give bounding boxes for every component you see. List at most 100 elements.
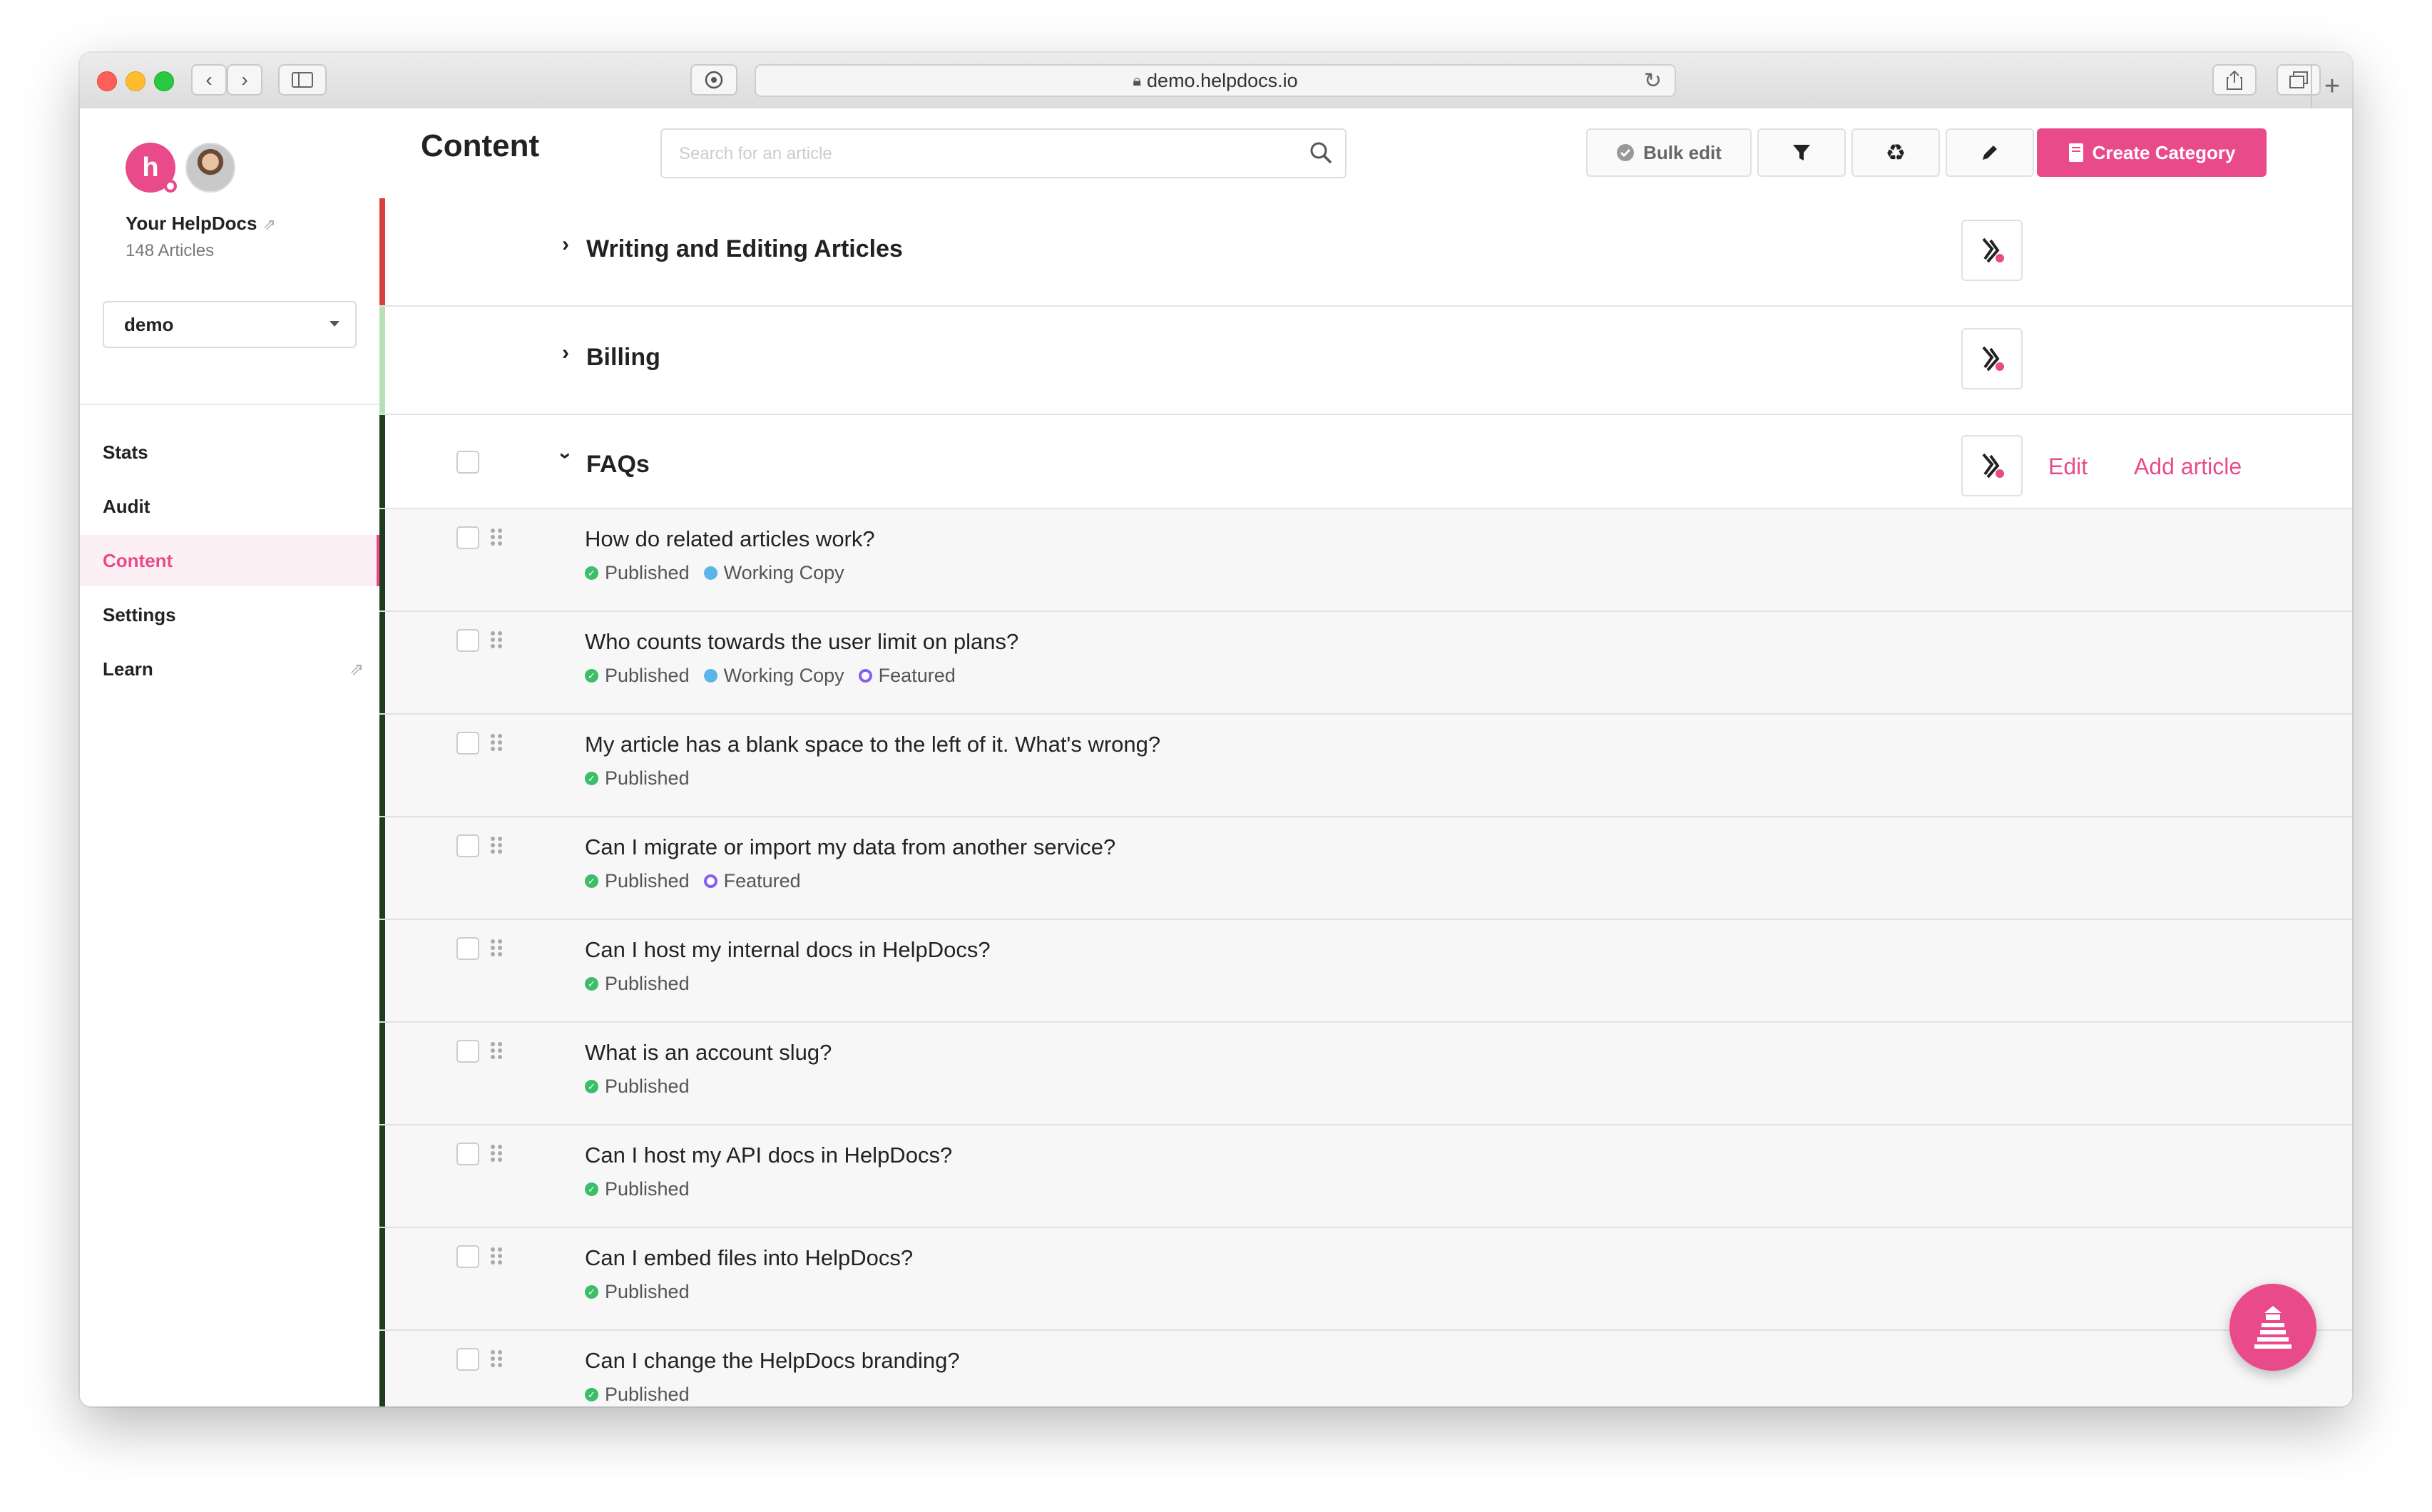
sidebar-item-label: Stats xyxy=(103,441,148,463)
share-button[interactable] xyxy=(2212,64,2257,96)
page-title: Content xyxy=(421,128,540,163)
forward-button[interactable]: › xyxy=(227,64,262,96)
category-checkbox[interactable] xyxy=(456,451,479,474)
article-count: 148 Articles xyxy=(126,241,215,260)
published-icon: ✓ xyxy=(585,1388,598,1401)
status-badge: ✓ Published xyxy=(585,665,690,687)
table-row[interactable]: What is an account slug? ✓ Published xyxy=(379,1023,2352,1125)
reload-icon[interactable]: ↻ xyxy=(1644,68,1662,93)
avatar[interactable] xyxy=(185,143,235,193)
privacy-report-button[interactable] xyxy=(690,64,737,96)
back-button[interactable]: ‹ xyxy=(191,64,227,96)
article-checkbox[interactable] xyxy=(456,1143,479,1165)
article-title[interactable]: What is an account slug? xyxy=(585,1040,832,1066)
bulk-edit-label: Bulk edit xyxy=(1643,141,1722,163)
article-checkbox[interactable] xyxy=(456,1040,479,1063)
drag-handle-icon[interactable] xyxy=(489,733,504,752)
status-badge: Featured xyxy=(703,870,801,892)
category-row[interactable]: › FAQs Edit Add article xyxy=(379,415,2352,509)
drag-handle-icon[interactable] xyxy=(489,1349,504,1368)
category-icon xyxy=(1982,346,2004,372)
category-title[interactable]: FAQs xyxy=(586,451,650,479)
zoom-window-button[interactable] xyxy=(154,71,174,91)
status-badge: ✓ Published xyxy=(585,562,690,584)
add-article-link[interactable]: Add article xyxy=(2134,454,2242,480)
close-window-button[interactable] xyxy=(97,71,117,91)
status-badge-label: Featured xyxy=(723,870,801,892)
bulk-edit-button[interactable]: Bulk edit xyxy=(1586,128,1752,177)
lighthouse-icon xyxy=(2254,1306,2292,1349)
help-beacon-button[interactable] xyxy=(2229,1284,2316,1371)
drag-handle-icon[interactable] xyxy=(489,939,504,957)
category-row[interactable]: › Writing and Editing Articles xyxy=(379,198,2352,307)
article-title[interactable]: Can I change the HelpDocs branding? xyxy=(585,1348,960,1374)
category-title[interactable]: Billing xyxy=(586,344,660,372)
minimize-window-button[interactable] xyxy=(126,71,145,91)
edit-mode-button[interactable] xyxy=(1946,128,2034,177)
drag-handle-icon[interactable] xyxy=(489,836,504,854)
category-icon-button[interactable] xyxy=(1961,435,2023,496)
sidebar-toggle-button[interactable] xyxy=(278,64,327,96)
account-select[interactable]: demo xyxy=(103,301,357,348)
search-icon[interactable] xyxy=(1309,141,1332,164)
sidebar-item-content[interactable]: Content xyxy=(80,535,379,586)
article-checkbox[interactable] xyxy=(456,1348,479,1371)
category-row[interactable]: › Billing xyxy=(379,307,2352,415)
account-title[interactable]: Your HelpDocs ⇗ xyxy=(126,213,276,235)
search-box[interactable] xyxy=(660,128,1347,178)
article-checkbox[interactable] xyxy=(456,629,479,652)
filter-button[interactable] xyxy=(1757,128,1846,177)
article-checkbox[interactable] xyxy=(456,834,479,857)
drag-handle-icon[interactable] xyxy=(489,1144,504,1163)
article-title[interactable]: Who counts towards the user limit on pla… xyxy=(585,629,1018,655)
drag-handle-icon[interactable] xyxy=(489,1041,504,1060)
category-icon-button[interactable] xyxy=(1961,328,2023,389)
drag-handle-icon[interactable] xyxy=(489,528,504,546)
article-title[interactable]: Can I embed files into HelpDocs? xyxy=(585,1245,913,1271)
search-input[interactable] xyxy=(678,130,1294,178)
article-title[interactable]: My article has a blank space to the left… xyxy=(585,732,1160,757)
article-status-badges: ✓ Published xyxy=(585,1076,690,1098)
article-title[interactable]: How do related articles work? xyxy=(585,526,875,552)
filter-icon xyxy=(1793,145,1810,160)
article-checkbox[interactable] xyxy=(456,937,479,960)
table-row[interactable]: My article has a blank space to the left… xyxy=(379,715,2352,817)
sidebar-item-audit[interactable]: Audit xyxy=(80,481,379,532)
category-color-bar xyxy=(379,715,385,816)
table-row[interactable]: Who counts towards the user limit on pla… xyxy=(379,612,2352,715)
table-row[interactable]: Can I host my internal docs in HelpDocs?… xyxy=(379,920,2352,1023)
article-title[interactable]: Can I migrate or import my data from ano… xyxy=(585,834,1115,860)
category-title[interactable]: Writing and Editing Articles xyxy=(586,235,903,263)
book-icon xyxy=(2068,143,2083,162)
address-bar[interactable]: 🔒︎ demo.helpdocs.io ↻ xyxy=(755,64,1676,97)
new-tab-button[interactable]: + xyxy=(2311,64,2352,108)
published-icon: ✓ xyxy=(585,1080,598,1093)
sidebar-item-stats[interactable]: Stats xyxy=(80,426,379,478)
create-category-button[interactable]: Create Category xyxy=(2037,128,2267,177)
article-checkbox[interactable] xyxy=(456,526,479,549)
article-checkbox[interactable] xyxy=(456,1245,479,1268)
chevron-down-icon[interactable]: › xyxy=(553,452,578,459)
sidebar-item-settings[interactable]: Settings xyxy=(80,589,379,640)
drag-handle-icon[interactable] xyxy=(489,630,504,649)
recycle-bin-button[interactable]: ♻︎ xyxy=(1851,128,1940,177)
article-title[interactable]: Can I host my API docs in HelpDocs? xyxy=(585,1143,952,1168)
chevron-right-icon[interactable]: › xyxy=(562,233,569,257)
article-checkbox[interactable] xyxy=(456,732,479,755)
table-row[interactable]: Can I embed files into HelpDocs? ✓ Publish… xyxy=(379,1228,2352,1331)
drag-handle-icon[interactable] xyxy=(489,1247,504,1265)
category-color-bar xyxy=(379,920,385,1021)
table-row[interactable]: How do related articles work? ✓ Published W… xyxy=(379,509,2352,612)
status-badge: ✓ Published xyxy=(585,1384,690,1406)
article-title[interactable]: Can I host my internal docs in HelpDocs? xyxy=(585,937,991,963)
category-icon-button[interactable] xyxy=(1961,220,2023,281)
category-color-bar xyxy=(379,415,385,508)
table-row[interactable]: Can I host my API docs in HelpDocs? ✓ Publ… xyxy=(379,1125,2352,1228)
working-copy-icon xyxy=(703,669,717,683)
published-icon: ✓ xyxy=(585,669,598,683)
table-row[interactable]: Can I change the HelpDocs branding? ✓ Publ… xyxy=(379,1331,2352,1406)
chevron-right-icon[interactable]: › xyxy=(562,341,569,365)
table-row[interactable]: Can I migrate or import my data from ano… xyxy=(379,817,2352,920)
sidebar-item-learn[interactable]: Learn ⇗ xyxy=(80,643,379,695)
edit-category-link[interactable]: Edit xyxy=(2048,454,2088,480)
